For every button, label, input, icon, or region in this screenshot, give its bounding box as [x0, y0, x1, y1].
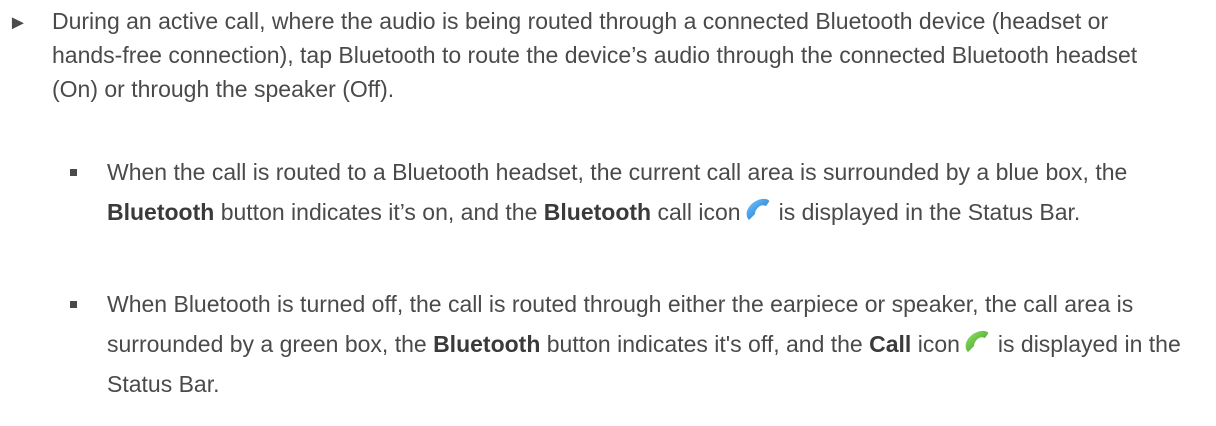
square-bullet-icon: [70, 301, 77, 308]
text-segment: is displayed in the Status Bar.: [778, 199, 1081, 225]
arrow-bullet-icon: ►: [8, 12, 28, 34]
list-item-text: When Bluetooth is turned off, the call i…: [107, 284, 1207, 404]
text-segment: button indicates it’s on, and the: [214, 199, 544, 225]
bold-term: Bluetooth: [543, 199, 652, 225]
text-segment: call icon: [651, 199, 741, 225]
text-segment: button indicates it's off, and the: [540, 331, 870, 357]
bold-term: Bluetooth: [107, 199, 215, 225]
bluetooth-call-icon: [746, 198, 770, 220]
list-item-text: When the call is routed to a Bluetooth h…: [107, 152, 1207, 232]
bold-term: Call: [869, 331, 912, 357]
call-icon: [965, 330, 989, 352]
bold-term: Bluetooth: [433, 331, 541, 357]
lead-text: During an active call, where the audio i…: [52, 8, 1138, 102]
text-segment: icon: [911, 331, 960, 357]
square-bullet-icon: [70, 169, 77, 176]
text-segment: When the call is routed to a Bluetooth h…: [107, 159, 1128, 185]
